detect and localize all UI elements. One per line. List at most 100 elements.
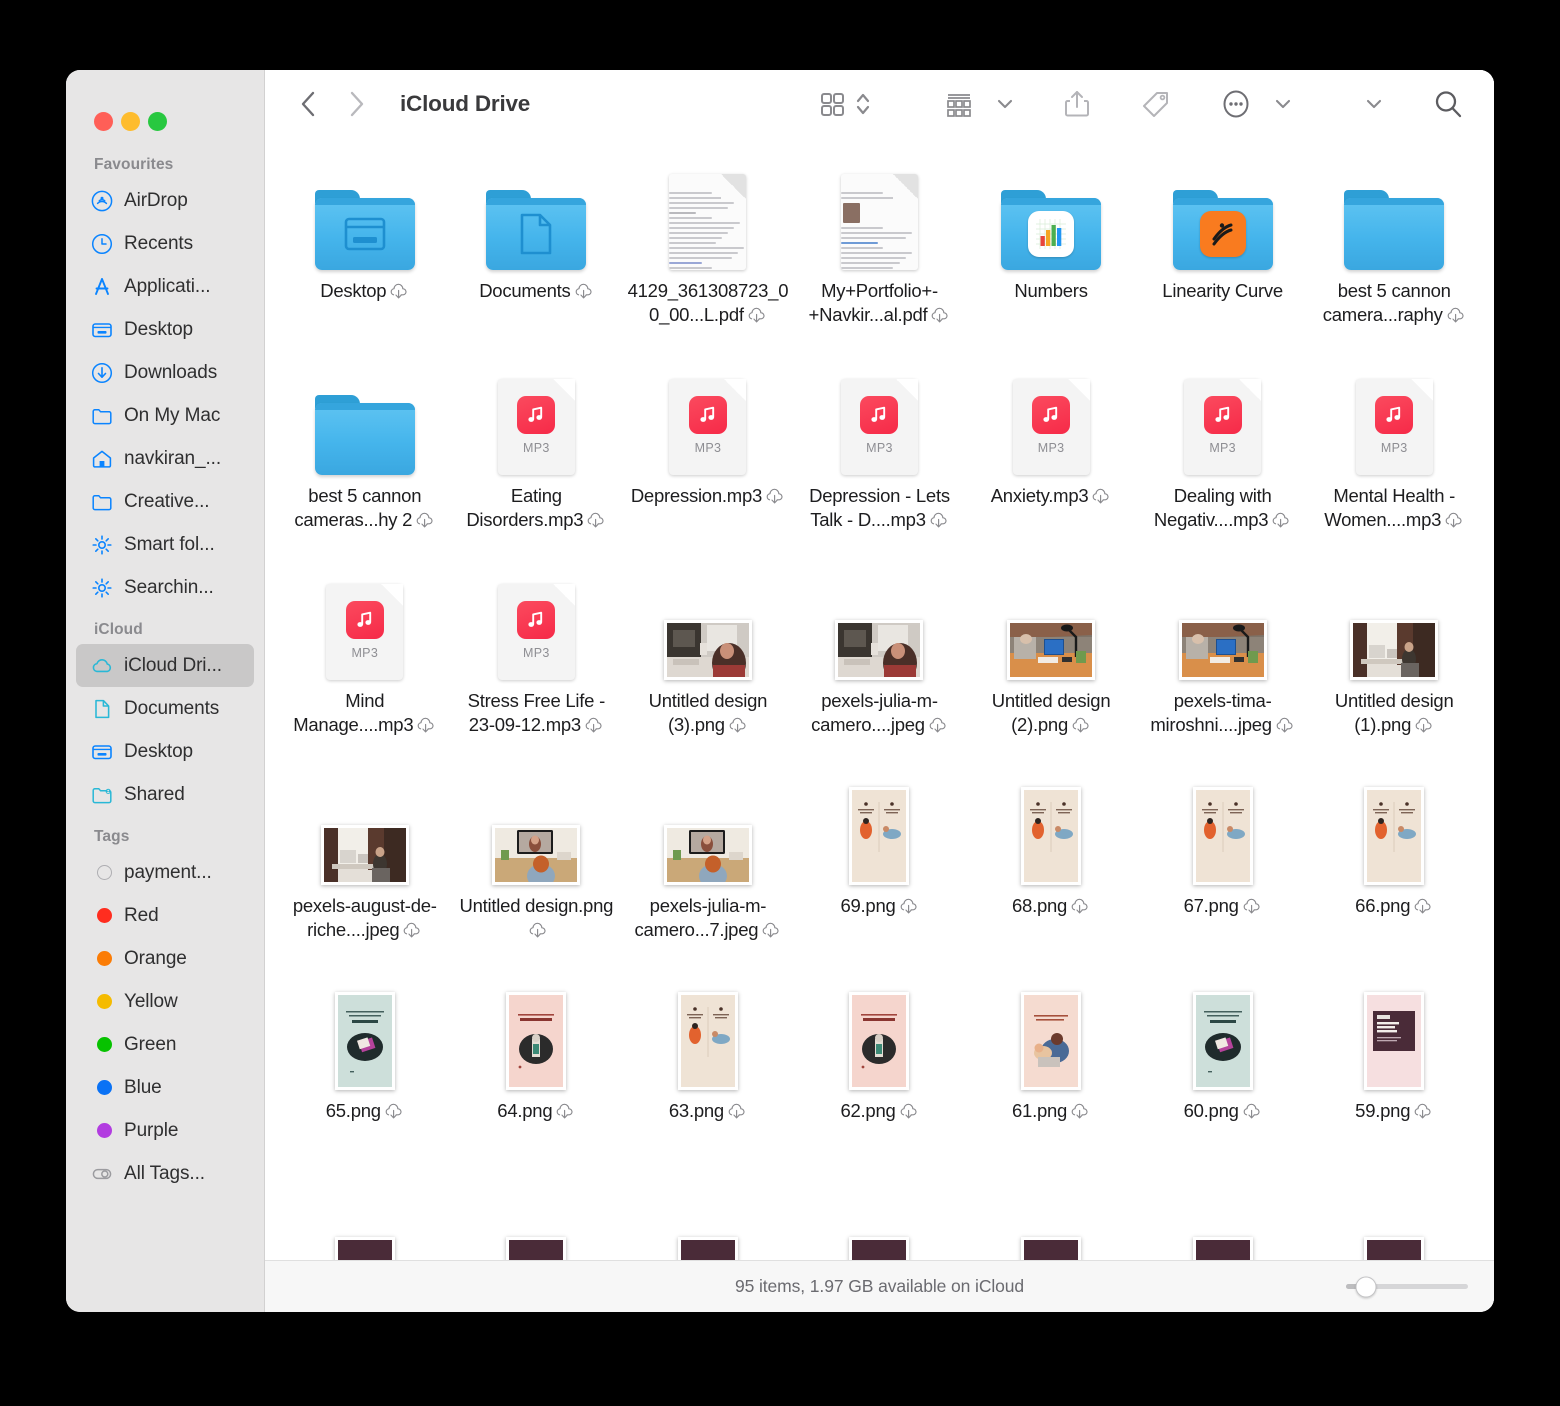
file-item[interactable]: pexels-august-de-riche....jpeg [279, 767, 451, 972]
file-item[interactable]: MP3 Eating Disorders.mp3 [451, 357, 623, 562]
group-by-chevron-down-icon[interactable] [992, 95, 1018, 113]
file-item[interactable] [794, 1177, 966, 1260]
file-item[interactable] [965, 1177, 1137, 1260]
file-item[interactable]: MP3 Stress Free Life - 23-09-12.mp3 [451, 562, 623, 767]
slider-track[interactable] [1346, 1276, 1468, 1297]
minimize-button[interactable] [121, 111, 140, 131]
file-item[interactable] [279, 1177, 451, 1260]
file-thumbnail [1350, 576, 1439, 680]
finder-window: Favourites AirDrop Recents Applicati... Desk… [66, 70, 1494, 1312]
file-item[interactable]: MP3 Mental Health - Women....mp3 [1308, 357, 1480, 562]
slider-knob[interactable] [1355, 1276, 1377, 1297]
file-item[interactable]: 65.png [279, 972, 451, 1177]
sidebar-item-creative[interactable]: Creative... [76, 480, 254, 523]
file-item[interactable]: MP3 Anxiety.mp3 [965, 357, 1137, 562]
file-item[interactable]: 61.png [965, 972, 1137, 1177]
file-item[interactable]: best 5 cannon camera...raphy [1308, 152, 1480, 357]
file-item[interactable]: pexels-julia-m-camero....jpeg [794, 562, 966, 767]
sidebar-item-airdrop[interactable]: AirDrop [76, 179, 254, 222]
updown-chevron-icon[interactable] [850, 89, 876, 119]
file-thumbnail [663, 576, 752, 680]
more-chevron-down-icon[interactable] [1270, 95, 1296, 113]
group-by-icon[interactable] [940, 89, 978, 119]
file-item[interactable]: Untitled design (1).png [1308, 562, 1480, 767]
image-thumbnail [320, 825, 409, 885]
maximize-button[interactable] [148, 111, 167, 131]
icloud-download-icon [1070, 1102, 1090, 1126]
file-item[interactable]: 62.png [794, 972, 966, 1177]
sidebar-item-payment[interactable]: payment... [76, 851, 254, 894]
file-thumbnail [314, 166, 415, 270]
sidebar-item-orange[interactable]: Orange [76, 937, 254, 980]
sidebar-item-shared[interactable]: Shared [76, 773, 254, 816]
file-item[interactable] [622, 1177, 794, 1260]
file-item[interactable]: Untitled design (2).png [965, 562, 1137, 767]
forward-button[interactable] [346, 90, 368, 118]
file-item[interactable]: 64.png [451, 972, 623, 1177]
file-item[interactable]: pexels-julia-m-camero...7.jpeg [622, 767, 794, 972]
image-thumbnail [677, 1237, 738, 1260]
sidebar-item-desktop[interactable]: Desktop [76, 308, 254, 351]
file-item[interactable]: MP3 Mind Manage....mp3 [279, 562, 451, 767]
sidebar-item-applicati[interactable]: Applicati... [76, 265, 254, 308]
sidebar-item-all-tags[interactable]: All Tags... [76, 1152, 254, 1195]
sidebar-item-searchin[interactable]: Searchin... [76, 566, 254, 609]
sidebar-item-yellow[interactable]: Yellow [76, 980, 254, 1023]
sidebar-item-green[interactable]: Green [76, 1023, 254, 1066]
tag-icon[interactable] [1136, 88, 1176, 120]
file-item[interactable]: Untitled design (3).png [622, 562, 794, 767]
sidebar-item-label: Applicati... [124, 275, 211, 297]
file-item[interactable]: best 5 cannon cameras...hy 2 [279, 357, 451, 562]
tag-dot [91, 948, 113, 970]
sidebar-item-documents[interactable]: Documents [76, 687, 254, 730]
file-item[interactable]: 63.png [622, 972, 794, 1177]
sidebar-item-downloads[interactable]: Downloads [76, 351, 254, 394]
sidebar-item-smart-fol[interactable]: Smart fol... [76, 523, 254, 566]
folder-icon [91, 405, 113, 427]
file-grid-container[interactable]: Desktop Documents 4129_361308723_00_00...L… [265, 138, 1494, 1260]
file-thumbnail [1364, 986, 1425, 1090]
file-item[interactable]: Linearity Curve [1137, 152, 1309, 357]
back-button[interactable] [297, 90, 319, 118]
file-item[interactable] [451, 1177, 623, 1260]
search-icon[interactable] [1428, 88, 1468, 120]
file-item[interactable]: 59.png [1308, 972, 1480, 1177]
tag-dot [91, 1120, 113, 1142]
file-name-label: Untitled design (1).png [1313, 689, 1475, 741]
file-item[interactable]: 60.png [1137, 972, 1309, 1177]
sidebar-item-recents[interactable]: Recents [76, 222, 254, 265]
sidebar-item-desktop[interactable]: Desktop [76, 730, 254, 773]
overflow-chevron-down-icon[interactable] [1360, 94, 1388, 114]
file-item[interactable] [1308, 1177, 1480, 1260]
sidebar-item-navkiran[interactable]: navkiran_... [76, 437, 254, 480]
file-item[interactable]: 69.png [794, 767, 966, 972]
icon-size-slider[interactable] [1346, 1276, 1468, 1297]
sidebar-item-red[interactable]: Red [76, 894, 254, 937]
file-item[interactable]: MP3 Dealing with Negativ....mp3 [1137, 357, 1309, 562]
file-item[interactable]: Desktop [279, 152, 451, 357]
grid-view-icon[interactable] [814, 90, 850, 118]
sidebar-item-purple[interactable]: Purple [76, 1109, 254, 1152]
file-item[interactable]: 4129_361308723_00_00...L.pdf [622, 152, 794, 357]
file-name-label: Untitled design (2).png [970, 689, 1132, 741]
sidebar-item-icloud-dri[interactable]: iCloud Dri... [76, 644, 254, 687]
file-name-label: pexels-julia-m-camero...7.jpeg [627, 894, 789, 946]
file-item[interactable]: MP3 Depression - Lets Talk - D....mp3 [794, 357, 966, 562]
sidebar-item-on-my-mac[interactable]: On My Mac [76, 394, 254, 437]
mp3-file-icon: MP3 [326, 584, 404, 680]
file-item[interactable]: pexels-tima-miroshni....jpeg [1137, 562, 1309, 767]
file-item[interactable]: Documents [451, 152, 623, 357]
close-button[interactable] [94, 111, 113, 131]
share-icon[interactable] [1058, 88, 1096, 120]
file-item[interactable] [1137, 1177, 1309, 1260]
file-item[interactable]: Untitled design.png [451, 767, 623, 972]
file-item[interactable]: My+Portfolio+-+Navkir...al.pdf [794, 152, 966, 357]
ellipsis-circle-icon[interactable] [1216, 88, 1256, 120]
file-item[interactable]: MP3 Depression.mp3 [622, 357, 794, 562]
file-item[interactable]: 67.png [1137, 767, 1309, 972]
sidebar-item-blue[interactable]: Blue [76, 1066, 254, 1109]
file-item[interactable]: Numbers [965, 152, 1137, 357]
file-item[interactable]: 66.png [1308, 767, 1480, 972]
file-item[interactable]: 68.png [965, 767, 1137, 972]
sidebar-item-label: payment... [124, 861, 212, 883]
